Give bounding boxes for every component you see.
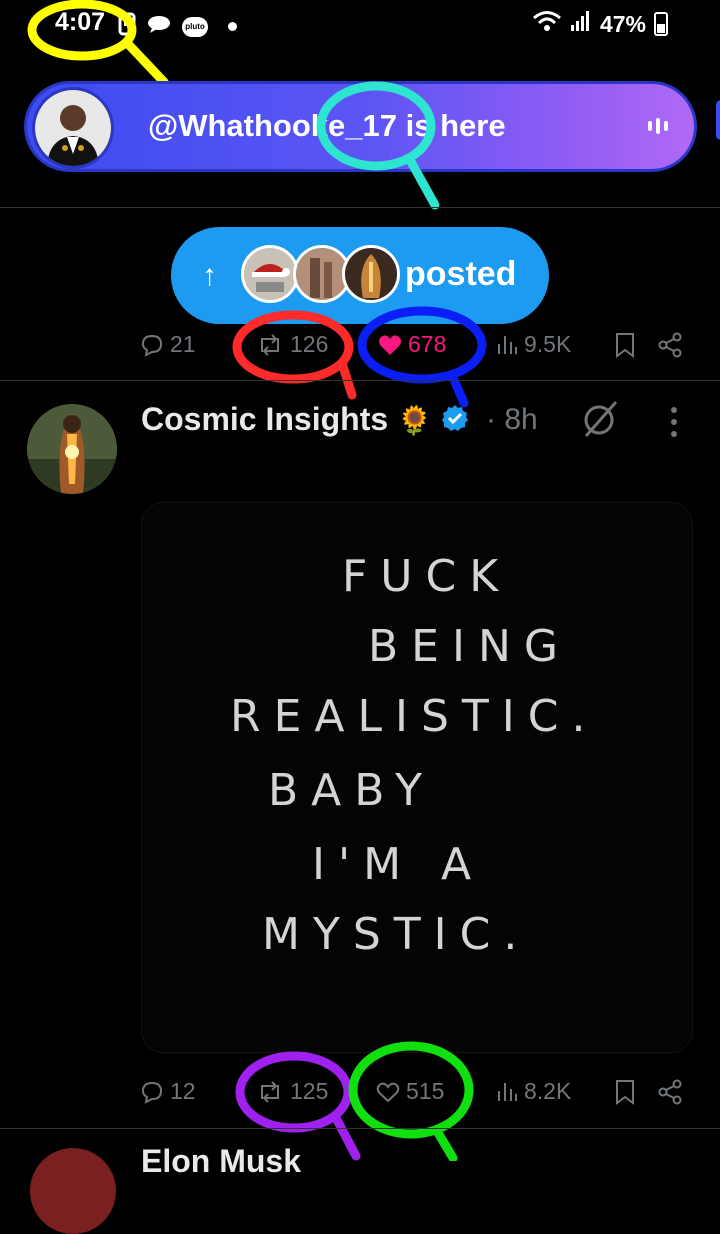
wifi-icon — [532, 10, 562, 38]
share-icon[interactable] — [657, 332, 683, 363]
reply-count: 21 — [170, 331, 196, 357]
views-button[interactable]: 9.5K — [496, 331, 571, 358]
author-avatar[interactable] — [27, 404, 117, 494]
repost-count: 125 — [290, 1078, 329, 1104]
image-text-line: REALISTIC. — [230, 691, 599, 742]
author-name[interactable]: Cosmic Insights 🌻 — [141, 401, 469, 440]
notification-icon — [118, 12, 136, 41]
verified-badge-icon — [441, 403, 469, 440]
status-left-icons: pluto tv — [118, 12, 237, 51]
views-icon — [496, 334, 518, 356]
heart-filled-icon — [378, 334, 402, 356]
arrow-up-icon: ↑ — [202, 259, 217, 292]
image-text-line: FUCK — [342, 551, 512, 602]
bookmark-icon[interactable] — [614, 1079, 636, 1110]
grok-icon[interactable] — [580, 398, 620, 445]
poster-avatar-1 — [241, 245, 299, 303]
more-options-icon[interactable] — [668, 405, 680, 444]
status-time: 4:07 — [55, 8, 106, 36]
live-banner-text[interactable]: @Whathooke_17 is here — [148, 108, 506, 144]
like-button[interactable]: 678 — [378, 331, 446, 358]
share-icon[interactable] — [657, 1079, 683, 1110]
repost-button[interactable]: 126 — [256, 331, 328, 358]
repost-icon — [256, 333, 284, 356]
status-right-icons: 47% — [532, 10, 668, 38]
battery-icon — [654, 12, 668, 36]
reply-count: 12 — [170, 1078, 196, 1104]
dot-icon — [228, 22, 237, 31]
reply-icon — [140, 333, 164, 357]
divider — [0, 1128, 720, 1129]
author-name-text: Cosmic Insights — [141, 401, 389, 437]
repost-count: 126 — [290, 331, 329, 357]
like-count: 678 — [408, 331, 447, 357]
divider — [0, 380, 720, 381]
reply-button[interactable]: 21 — [140, 331, 196, 358]
pluto-tv-icon: pluto tv — [182, 16, 208, 51]
image-text-line: I'M A — [312, 839, 485, 890]
next-space-edge[interactable] — [716, 100, 720, 140]
views-count: 8.2K — [524, 1078, 572, 1104]
separator-dot: · — [486, 403, 496, 436]
image-text-line: BABY — [268, 765, 435, 816]
heart-outline-icon — [376, 1081, 400, 1103]
like-button[interactable]: 515 — [376, 1078, 444, 1105]
repost-icon — [256, 1080, 284, 1103]
views-button[interactable]: 8.2K — [496, 1078, 571, 1105]
host-avatar[interactable] — [32, 87, 114, 169]
battery-percent: 47% — [599, 10, 646, 37]
post-time: 8h — [504, 403, 538, 436]
image-text-line: BEING — [368, 621, 571, 672]
like-count: 515 — [406, 1078, 445, 1104]
bookmark-icon[interactable] — [614, 332, 636, 363]
reply-button[interactable]: 12 — [140, 1078, 196, 1105]
next-author-name[interactable]: Elon Musk — [141, 1143, 301, 1180]
views-count: 9.5K — [524, 331, 572, 357]
reply-icon — [140, 1080, 164, 1104]
signal-icon — [570, 10, 592, 38]
repost-button[interactable]: 125 — [256, 1078, 328, 1105]
sunflower-emoji: 🌻 — [397, 405, 432, 436]
post-timestamp[interactable]: · 8h — [486, 403, 538, 437]
poster-avatar-3 — [342, 245, 400, 303]
audio-bars-icon — [648, 118, 668, 134]
chat-icon — [146, 14, 172, 39]
divider — [0, 207, 720, 208]
views-icon — [496, 1081, 518, 1103]
image-text-line: MYSTIC. — [262, 909, 531, 960]
posted-label: posted — [405, 255, 517, 293]
post-image[interactable]: FUCK BEING REALISTIC. BABY I'M A MYSTIC. — [141, 502, 693, 1053]
